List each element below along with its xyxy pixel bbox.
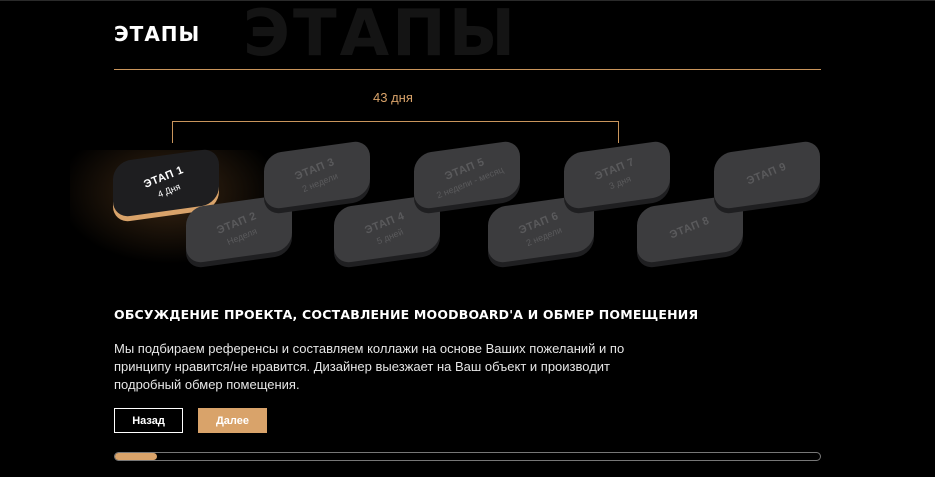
stage-description: Мы подбираем референсы и составляем колл… [114, 341, 625, 392]
total-duration-label: 43 дня [373, 90, 413, 105]
stage-card-3[interactable]: ЭТАП 3 2 недели [264, 139, 370, 211]
stage-card-7[interactable]: ЭТАП 7 3 дня [564, 139, 670, 211]
stage-heading: ОБСУЖДЕНИЕ ПРОЕКТА, СОСТАВЛЕНИЕ MOODBOAR… [114, 307, 699, 322]
back-button[interactable]: Назад [114, 408, 183, 433]
background-title: ЭТАПЫ [243, 0, 519, 71]
stage-card-9[interactable]: ЭТАП 9 [714, 139, 820, 211]
progress-fill [115, 453, 158, 460]
title-divider [114, 69, 821, 70]
next-button[interactable]: Далее [198, 408, 267, 433]
section-title: ЭТАПЫ [114, 22, 201, 46]
duration-bracket [172, 121, 619, 143]
stage-number: ЭТАП 9 [744, 160, 789, 187]
stage-number: ЭТАП 8 [667, 214, 712, 241]
stage-card-5[interactable]: ЭТАП 5 2 недели - месяц [414, 139, 520, 211]
stages-progress-bar[interactable] [114, 452, 821, 461]
